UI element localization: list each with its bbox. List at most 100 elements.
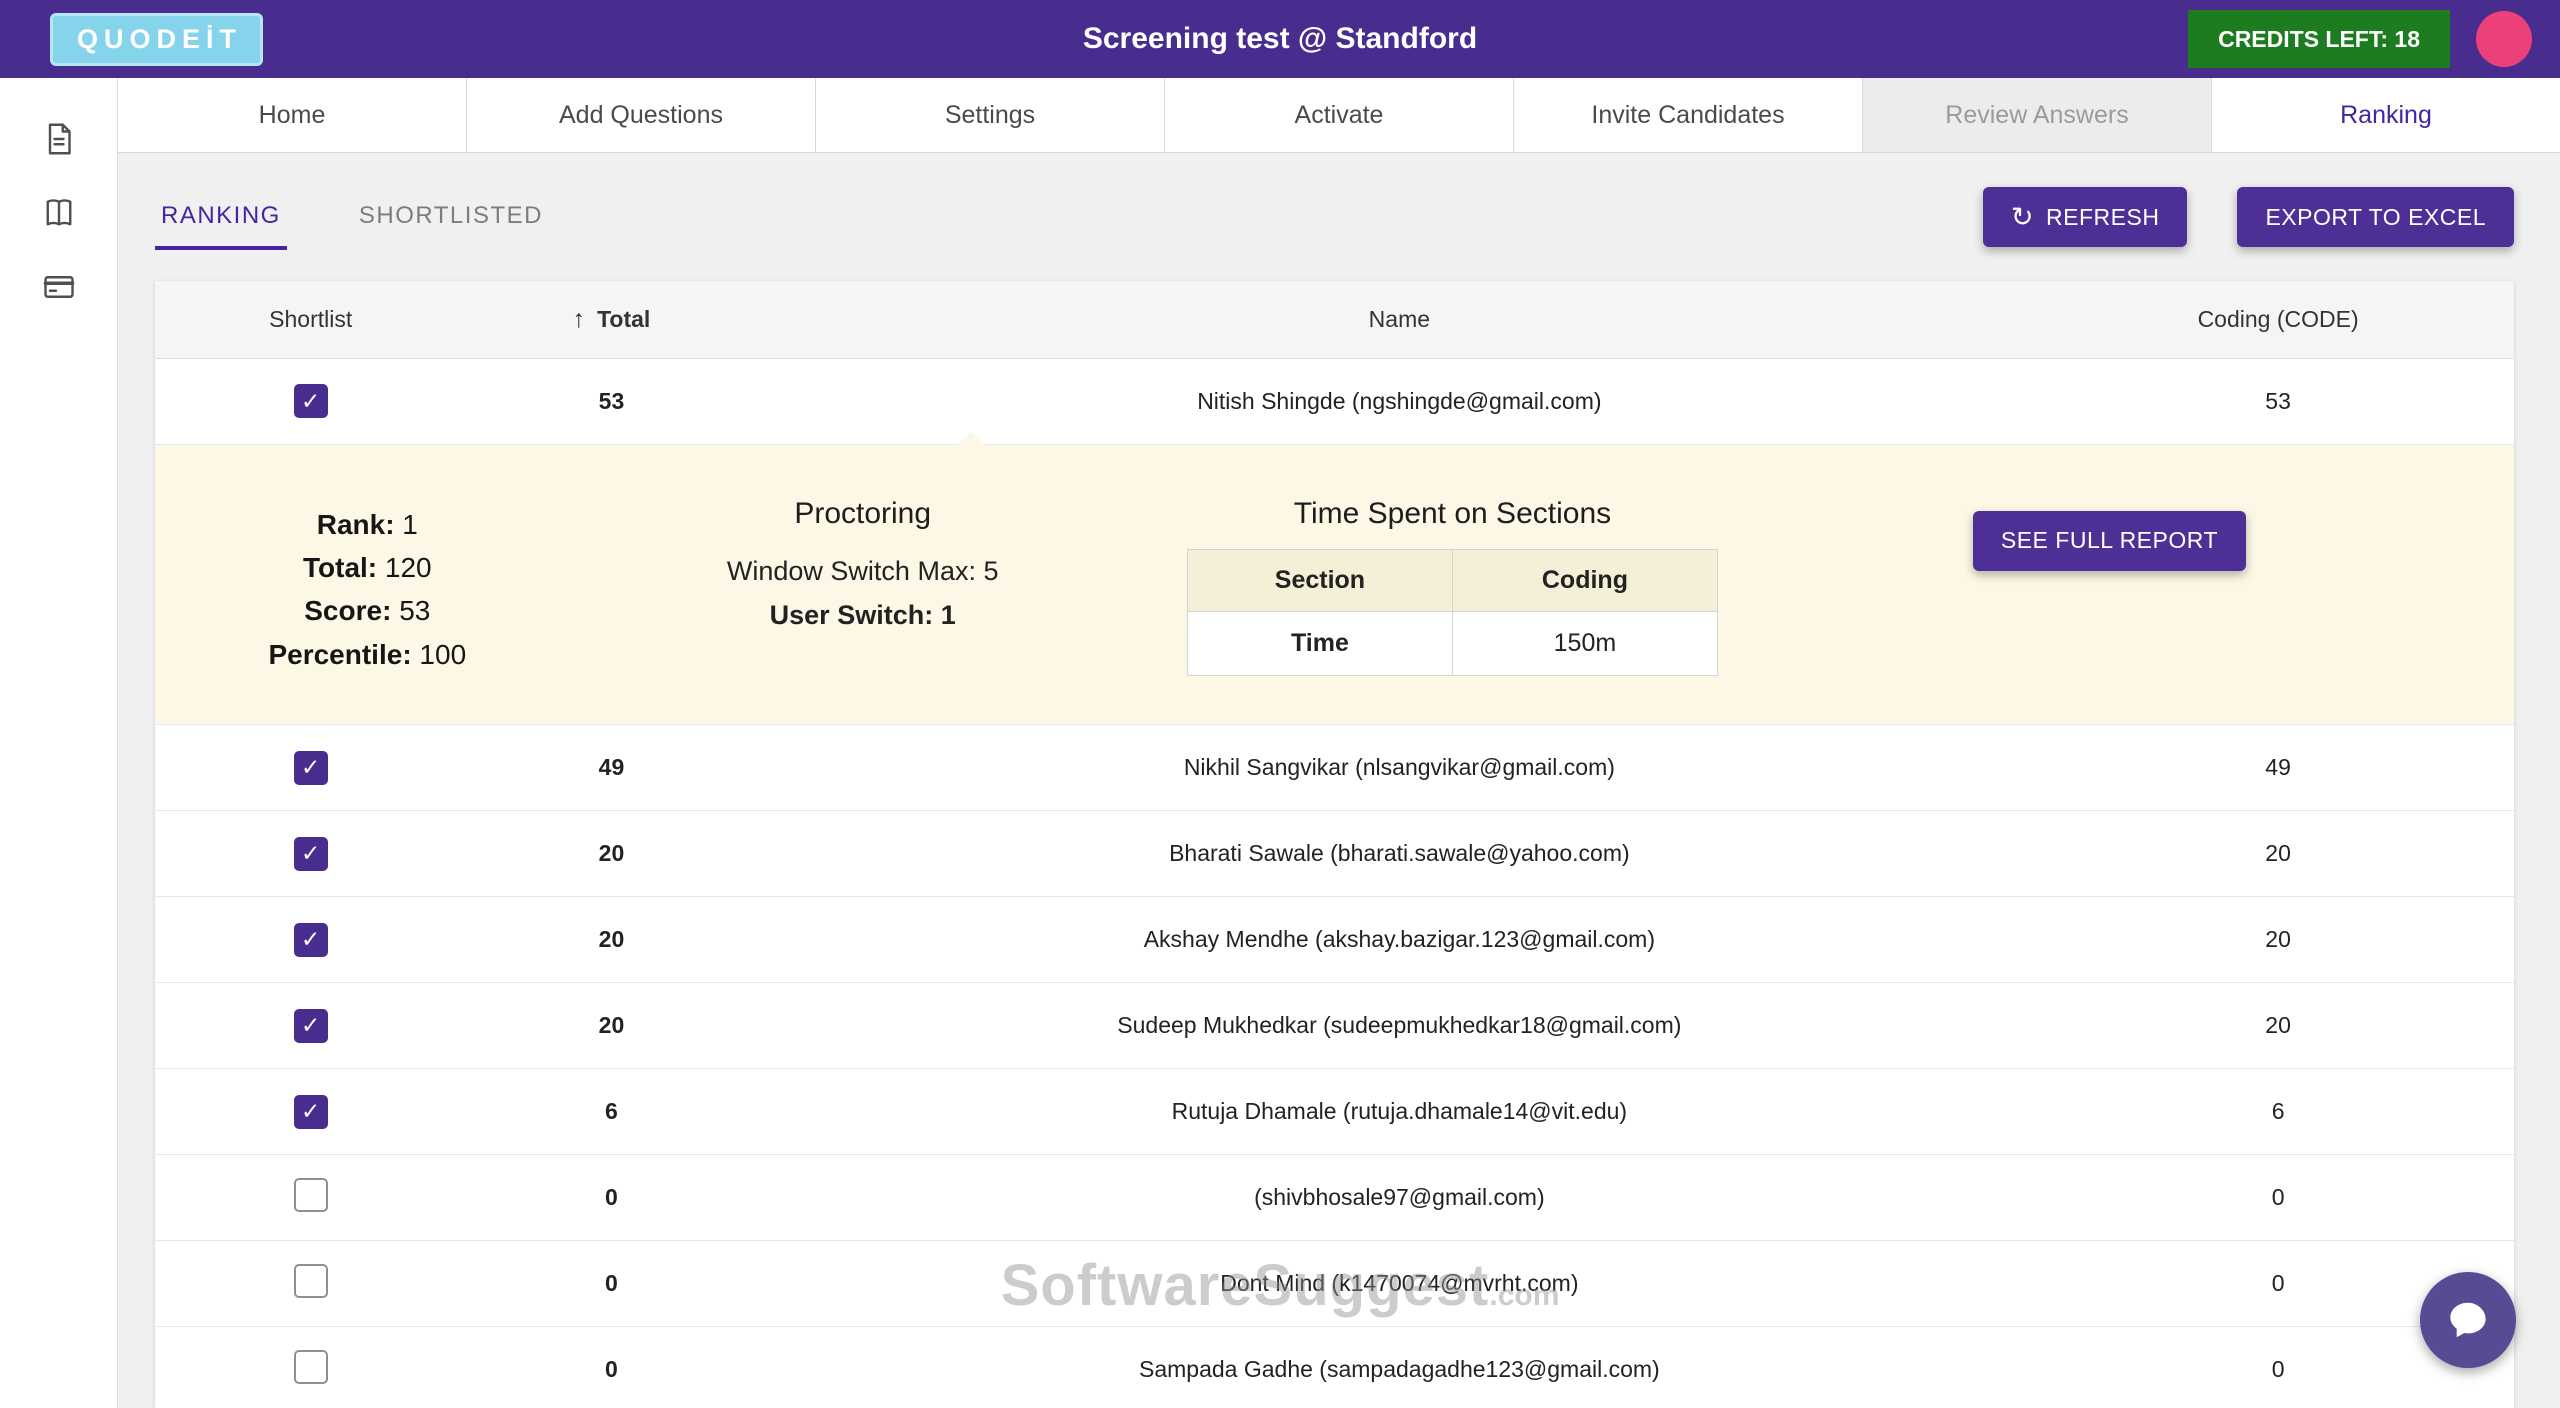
sort-ascending-icon[interactable]: ↑ <box>573 305 586 333</box>
total-score-cell: 0 <box>466 1155 756 1241</box>
column-header-total[interactable]: ↑Total <box>466 281 756 358</box>
table-row[interactable]: 0Dont Mind (k1470074@mvrht.com)0 <box>155 1241 2514 1327</box>
library-icon[interactable] <box>38 192 80 234</box>
coding-score-cell: 49 <box>2042 725 2514 811</box>
chat-bubble-icon <box>2445 1297 2491 1343</box>
time-table-col-coding: Coding <box>1452 549 1717 611</box>
score-line: Score: 53 <box>155 589 580 632</box>
shortlist-cell <box>155 1327 466 1408</box>
shortlist-checkbox[interactable]: ✓ <box>294 1009 328 1043</box>
table-row[interactable]: ✓53Nitish Shingde (ngshingde@gmail.com)5… <box>155 358 2514 444</box>
refresh-icon: ↻ <box>2011 204 2034 231</box>
ranking-subtabs: RANKING SHORTLISTED <box>155 184 549 250</box>
nav-tab-ranking[interactable]: Ranking <box>2211 78 2560 152</box>
topbar-right-cluster: CREDITS LEFT: 18 <box>2188 10 2532 68</box>
user-switch-line: User Switch: 1 <box>580 593 1146 638</box>
see-full-report-button[interactable]: SEE FULL REPORT <box>1973 511 2246 571</box>
column-header-name: Name <box>757 281 2043 358</box>
table-row[interactable]: ✓6Rutuja Dhamale (rutuja.dhamale14@vit.e… <box>155 1069 2514 1155</box>
candidate-name-cell: (shivbhosale97@gmail.com) <box>757 1155 2043 1241</box>
nav-tab-activate[interactable]: Activate <box>1164 78 1513 152</box>
candidate-name-cell: Akshay Mendhe (akshay.bazigar.123@gmail.… <box>757 897 2043 983</box>
candidate-detail-row: Rank: 1 Total: 120 Score: 53 Percentile:… <box>155 444 2514 725</box>
proctoring-title: Proctoring <box>580 497 1146 531</box>
table-row[interactable]: ✓49Nikhil Sangvikar (nlsangvikar@gmail.c… <box>155 725 2514 811</box>
candidate-name-cell: Nitish Shingde (ngshingde@gmail.com) <box>757 358 2043 444</box>
coding-score-cell: 53 <box>2042 358 2514 444</box>
total-score-cell: 6 <box>466 1069 756 1155</box>
shortlist-checkbox[interactable]: ✓ <box>294 1095 328 1129</box>
payment-card-icon[interactable] <box>38 266 80 308</box>
subtab-shortlisted[interactable]: SHORTLISTED <box>353 184 549 250</box>
refresh-label: REFRESH <box>2046 204 2159 231</box>
page-title: Screening test @ Standford <box>0 22 2560 56</box>
chat-launcher-button[interactable] <box>2420 1272 2516 1368</box>
total-line: Total: 120 <box>155 546 580 589</box>
coding-score-cell: 20 <box>2042 897 2514 983</box>
content-header: RANKING SHORTLISTED ↻ REFRESH EXPORT TO E… <box>118 153 2560 281</box>
total-score-cell: 20 <box>466 811 756 897</box>
shortlist-cell <box>155 1241 466 1327</box>
shortlist-checkbox[interactable]: ✓ <box>294 837 328 871</box>
rank-line: Rank: 1 <box>155 503 580 546</box>
column-header-shortlist: Shortlist <box>155 281 466 358</box>
proctoring-block: Proctoring Window Switch Max: 5 User Swi… <box>580 497 1146 638</box>
time-spent-block: Time Spent on Sections Section Coding Ti… <box>1146 497 1759 676</box>
total-score-cell: 20 <box>466 897 756 983</box>
table-header-row: Shortlist ↑Total Name Coding (CODE) <box>155 281 2514 358</box>
table-row[interactable]: ✓ 20Akshay Mendhe (akshay.bazigar.123@gma… <box>155 897 2514 983</box>
table-row[interactable]: 0(shivbhosale97@gmail.com)0 <box>155 1155 2514 1241</box>
candidate-detail-panel: Rank: 1 Total: 120 Score: 53 Percentile:… <box>155 445 2514 725</box>
table-row[interactable]: 0Sampada Gadhe (sampadagadhe123@gmail.co… <box>155 1327 2514 1408</box>
assignment-icon[interactable] <box>38 118 80 160</box>
shortlist-cell: ✓ <box>155 358 466 444</box>
subtab-ranking[interactable]: RANKING <box>155 184 287 250</box>
report-zone: SEE FULL REPORT <box>1759 497 2514 571</box>
nav-tab-invite-candidates[interactable]: Invite Candidates <box>1513 78 1862 152</box>
percentile-line: Percentile: 100 <box>155 633 580 676</box>
coding-score-cell: 6 <box>2042 1069 2514 1155</box>
candidate-stats: Rank: 1 Total: 120 Score: 53 Percentile:… <box>155 497 580 677</box>
nav-tab-settings[interactable]: Settings <box>815 78 1164 152</box>
shortlist-checkbox[interactable] <box>294 1264 328 1298</box>
candidate-name-cell: Bharati Sawale (bharati.sawale@yahoo.com… <box>757 811 2043 897</box>
nav-tab-home[interactable]: Home <box>118 78 466 152</box>
refresh-button[interactable]: ↻ REFRESH <box>1983 187 2188 247</box>
export-label: EXPORT TO EXCEL <box>2265 204 2486 231</box>
total-score-cell: 0 <box>466 1241 756 1327</box>
ranking-table-card: Shortlist ↑Total Name Coding (CODE) ✓ 53N… <box>155 281 2514 1408</box>
candidate-name-cell: Dont Mind (k1470074@mvrht.com) <box>757 1241 2043 1327</box>
shortlist-checkbox[interactable] <box>294 1178 328 1212</box>
time-table-row-value: 150m <box>1452 611 1717 675</box>
shortlist-checkbox[interactable] <box>294 1350 328 1384</box>
nav-tab-add-questions[interactable]: Add Questions <box>466 78 815 152</box>
shortlist-cell <box>155 1155 466 1241</box>
coding-score-cell: 0 <box>2042 1155 2514 1241</box>
time-spent-title: Time Spent on Sections <box>1146 497 1759 531</box>
shortlist-cell: ✓ <box>155 983 466 1069</box>
main-nav-tabs: HomeAdd QuestionsSettingsActivateInvite … <box>118 78 2560 153</box>
shortlist-cell: ✓ <box>155 725 466 811</box>
sidebar <box>0 78 118 1408</box>
user-avatar[interactable] <box>2476 11 2532 67</box>
table-row[interactable]: ✓ 20Bharati Sawale (bharati.sawale@yahoo.… <box>155 811 2514 897</box>
window-switch-line: Window Switch Max: 5 <box>580 549 1146 594</box>
time-table-row-label: Time <box>1187 611 1452 675</box>
nav-tab-review-answers[interactable]: Review Answers <box>1862 78 2211 152</box>
time-spent-table: Section Coding Time 150m <box>1187 549 1718 676</box>
candidate-name-cell: Sampada Gadhe (sampadagadhe123@gmail.com… <box>757 1327 2043 1408</box>
shortlist-checkbox[interactable]: ✓ <box>294 751 328 785</box>
export-to-excel-button[interactable]: EXPORT TO EXCEL <box>2237 187 2514 247</box>
toolbar: ↻ REFRESH EXPORT TO EXCEL <box>1983 187 2514 247</box>
credits-badge: CREDITS LEFT: 18 <box>2188 10 2450 68</box>
total-score-cell: 49 <box>466 725 756 811</box>
time-table-col-section: Section <box>1187 549 1452 611</box>
shortlist-cell: ✓ <box>155 1069 466 1155</box>
shortlist-checkbox[interactable]: ✓ <box>294 923 328 957</box>
top-bar: QUODEİT Screening test @ Standford CREDI… <box>0 0 2560 78</box>
expand-notch-icon <box>957 432 985 445</box>
shortlist-cell: ✓ <box>155 811 466 897</box>
shortlist-cell: ✓ <box>155 897 466 983</box>
shortlist-checkbox[interactable]: ✓ <box>294 384 328 418</box>
table-row[interactable]: ✓20Sudeep Mukhedkar (sudeepmukhedkar18@g… <box>155 983 2514 1069</box>
